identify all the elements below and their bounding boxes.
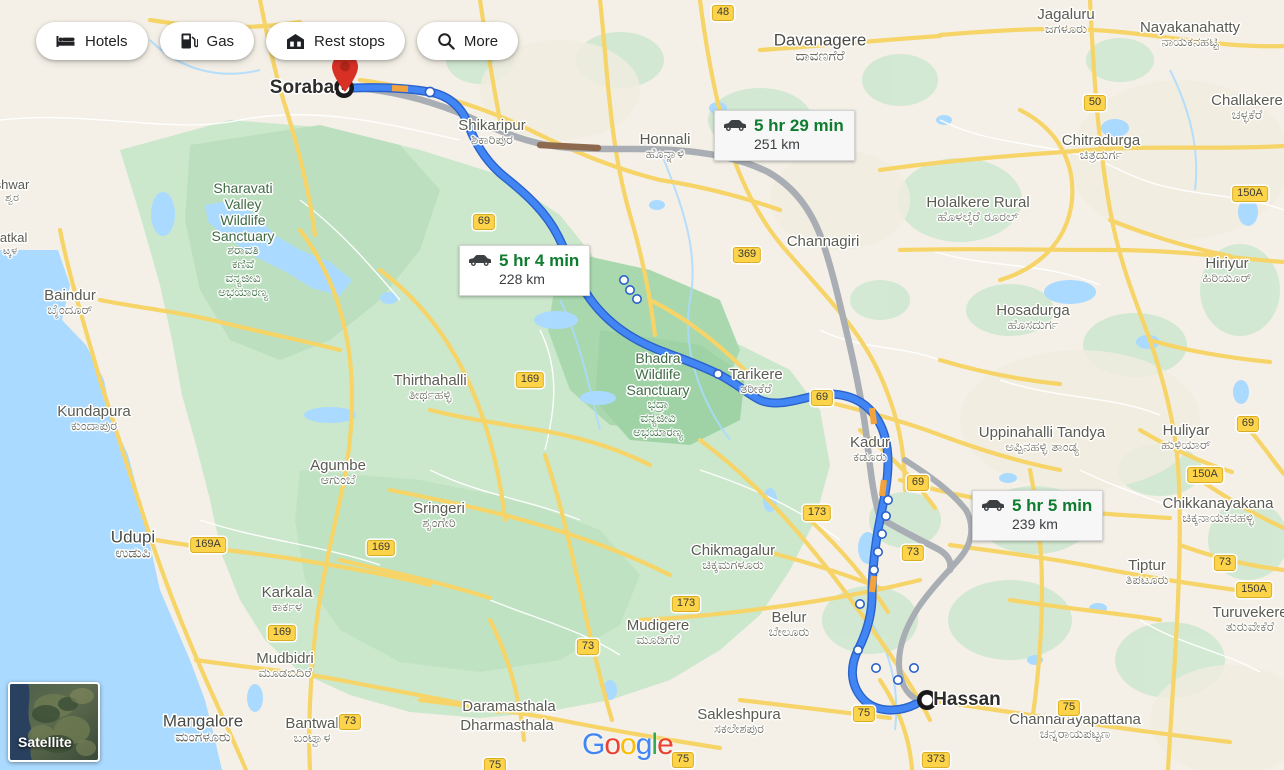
route-label-primary[interactable]: 5 hr 4 min 228 km bbox=[459, 245, 591, 296]
route-label-alt-north[interactable]: 5 hr 29 min 251 km bbox=[714, 110, 855, 161]
map-base-layer bbox=[0, 0, 1284, 770]
chip-more[interactable]: More bbox=[416, 22, 519, 60]
map-canvas[interactable]: Soraba Davanagere ದಾವಣಗೆರೆ Jagaluru ಜಗಳೂರು Na… bbox=[0, 0, 1284, 770]
satellite-basemap-toggle[interactable]: Satellite bbox=[8, 682, 100, 762]
highway-shield: 173 bbox=[671, 596, 701, 612]
highway-shield: 75 bbox=[852, 706, 876, 722]
highway-shield: 150A bbox=[1232, 186, 1268, 202]
highway-shield: 73 bbox=[338, 714, 362, 730]
highway-shield: 69 bbox=[810, 390, 834, 406]
highway-shield: 73 bbox=[901, 545, 925, 561]
highway-shield: 50 bbox=[1083, 95, 1107, 111]
bed-icon bbox=[56, 33, 76, 49]
highway-shield: 48 bbox=[711, 5, 735, 21]
highway-shield: 169 bbox=[515, 372, 545, 388]
highway-shield: 69 bbox=[906, 475, 930, 491]
chip-gas[interactable]: Gas bbox=[159, 22, 255, 60]
highway-shield: 369 bbox=[732, 247, 762, 263]
highway-shield: 73 bbox=[1213, 555, 1237, 571]
traffic-segment bbox=[536, 141, 602, 152]
highway-shield: 69 bbox=[472, 214, 496, 230]
map-filter-chip-bar[interactable]: Hotels Gas Rest stops More bbox=[36, 22, 519, 60]
route-distance: 251 km bbox=[754, 135, 800, 152]
highway-shield: 73 bbox=[576, 639, 600, 655]
car-icon bbox=[981, 499, 1005, 517]
route-duration: 5 hr 29 min bbox=[754, 116, 844, 135]
highway-shield: 169 bbox=[267, 625, 297, 641]
highway-shield: 75 bbox=[1057, 700, 1081, 716]
highway-shield: 150A bbox=[1236, 582, 1272, 598]
gas-pump-icon bbox=[180, 32, 198, 50]
route-distance: 239 km bbox=[1012, 515, 1058, 532]
highway-shield: 75 bbox=[671, 752, 695, 768]
route-duration: 5 hr 4 min bbox=[499, 251, 580, 270]
highway-shield: 75 bbox=[483, 758, 507, 770]
highway-shield: 373 bbox=[921, 752, 951, 768]
route-duration: 5 hr 5 min bbox=[1012, 496, 1093, 515]
destination-marker bbox=[917, 690, 937, 710]
rest-stop-icon bbox=[286, 33, 305, 50]
chip-more-label: More bbox=[463, 32, 499, 50]
satellite-thumbnail bbox=[10, 684, 98, 760]
chip-rest-stops[interactable]: Rest stops bbox=[266, 22, 405, 60]
highway-shield: 69 bbox=[1236, 416, 1260, 432]
highway-shield: 169 bbox=[366, 540, 396, 556]
chip-hotels[interactable]: Hotels bbox=[36, 22, 148, 60]
car-icon bbox=[723, 119, 747, 137]
chip-rest-stops-label: Rest stops bbox=[314, 32, 385, 50]
search-icon bbox=[437, 32, 455, 50]
route-distance: 228 km bbox=[499, 270, 545, 287]
highway-shield: 169A bbox=[190, 537, 226, 553]
chip-gas-label: Gas bbox=[206, 32, 235, 50]
highway-shield: 150A bbox=[1187, 467, 1223, 483]
car-icon bbox=[468, 254, 492, 272]
route-label-alt-east[interactable]: 5 hr 5 min 239 km bbox=[972, 490, 1104, 541]
chip-hotels-label: Hotels bbox=[85, 32, 128, 50]
highway-shield: 173 bbox=[802, 505, 832, 521]
